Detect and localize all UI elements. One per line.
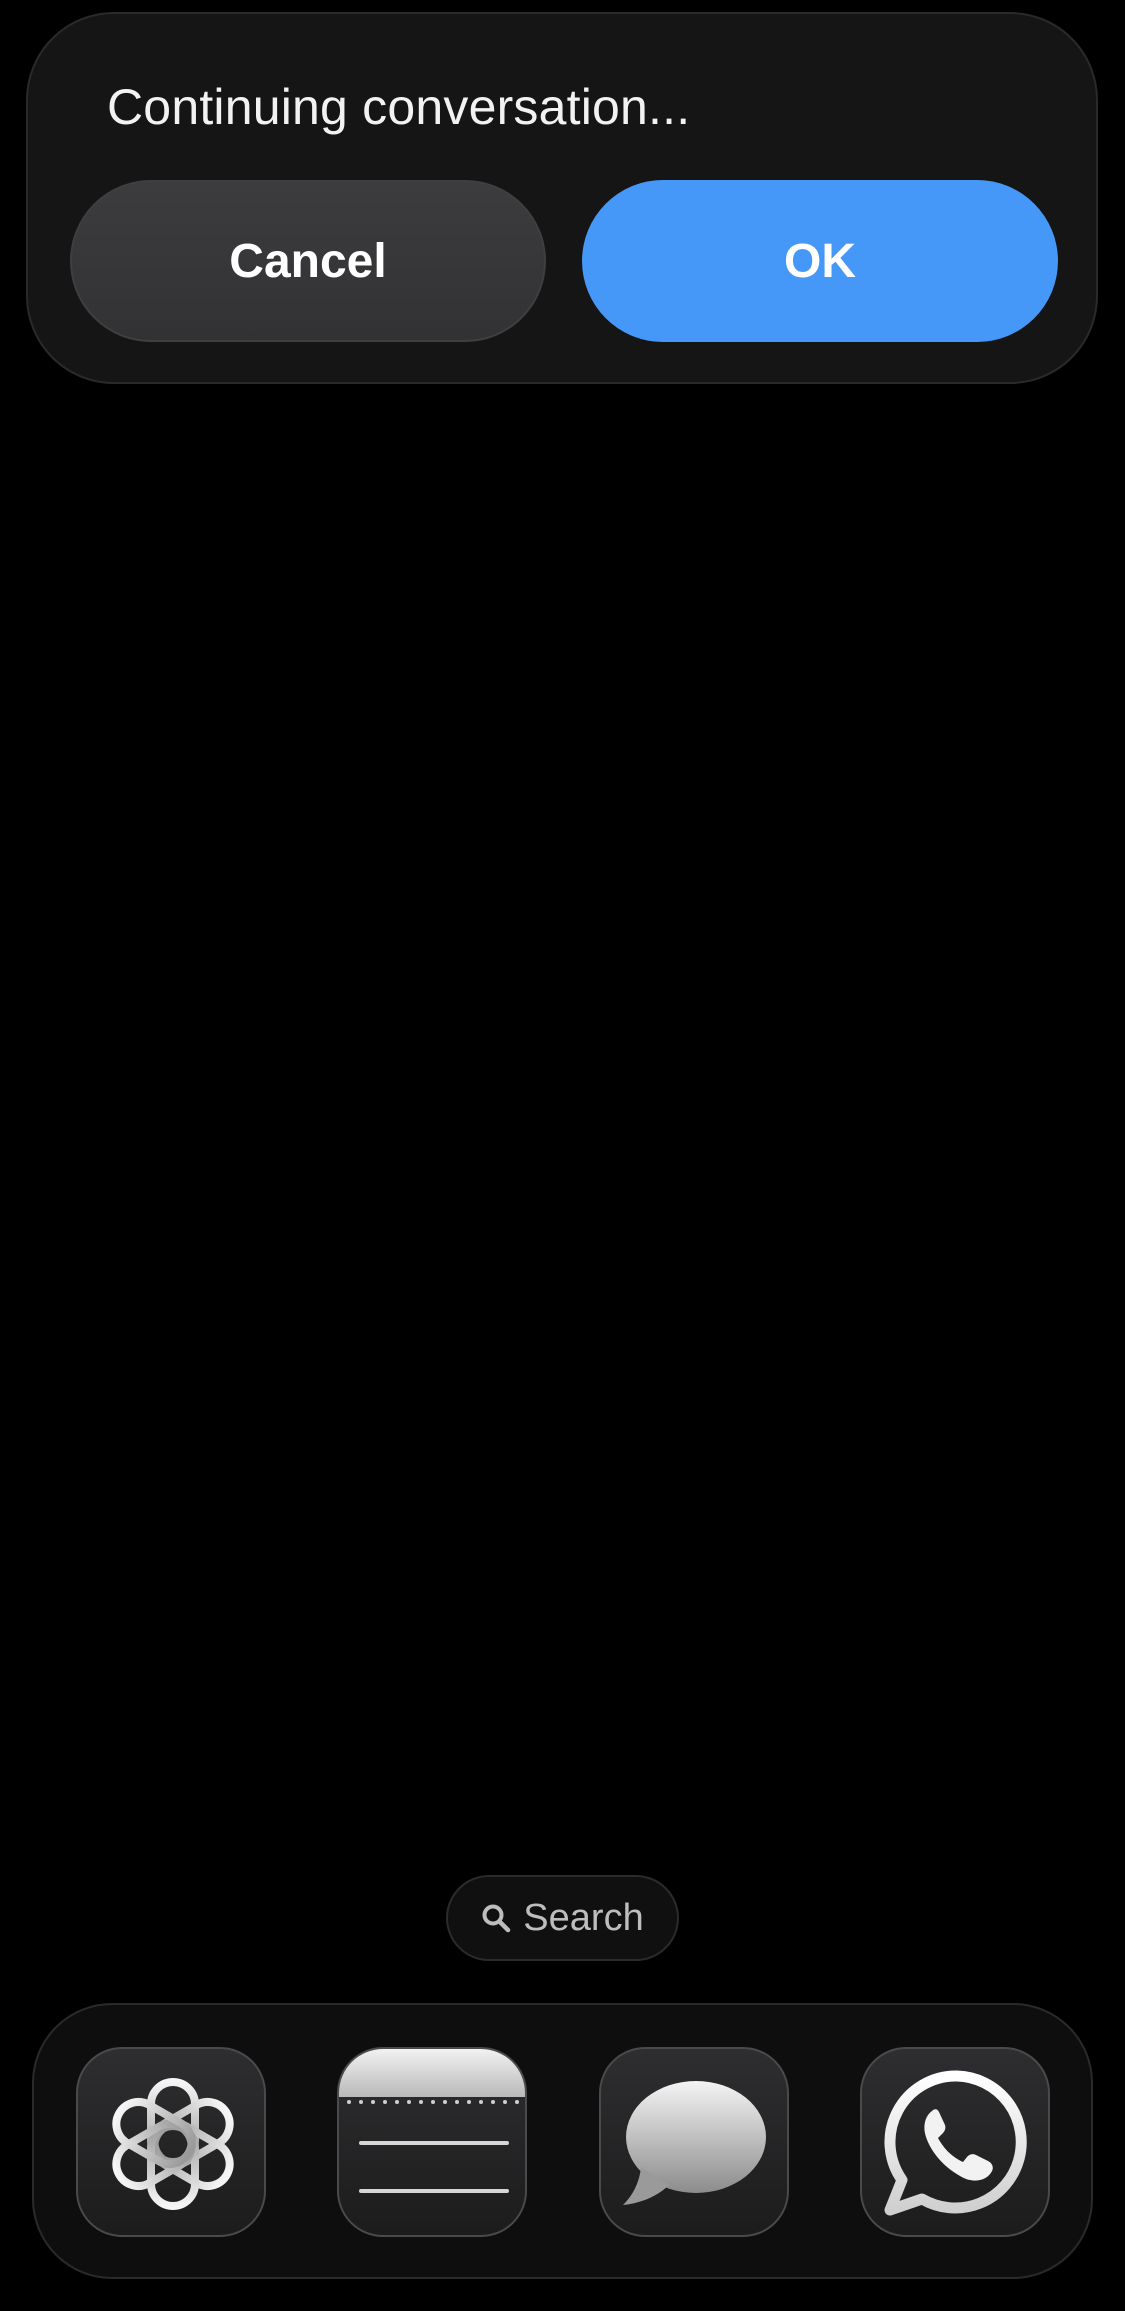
notes-app-icon[interactable] — [337, 2047, 527, 2237]
alert-title: Continuing conversation... — [107, 79, 691, 135]
whatsapp-phone-icon — [884, 2070, 1027, 2216]
speech-bubble-icon — [623, 2081, 766, 2205]
chatgpt-app-icon[interactable] — [76, 2047, 266, 2237]
messages-app-icon[interactable] — [599, 2047, 789, 2237]
cancel-button[interactable]: Cancel — [70, 180, 546, 342]
whatsapp-app-icon[interactable] — [860, 2047, 1050, 2237]
search-label: Search — [523, 1896, 644, 1939]
continue-conversation-alert: Continuing conversation... Cancel OK — [26, 12, 1098, 384]
notes-icon — [339, 2049, 525, 2193]
search-icon — [481, 1903, 511, 1933]
spotlight-search-button[interactable]: Search — [446, 1875, 679, 1961]
openai-logo-icon — [112, 2078, 234, 2210]
ok-button[interactable]: OK — [582, 180, 1058, 342]
dock — [32, 2003, 1093, 2279]
home-screen: Continuing conversation... Cancel OK Sea… — [0, 0, 1125, 2311]
